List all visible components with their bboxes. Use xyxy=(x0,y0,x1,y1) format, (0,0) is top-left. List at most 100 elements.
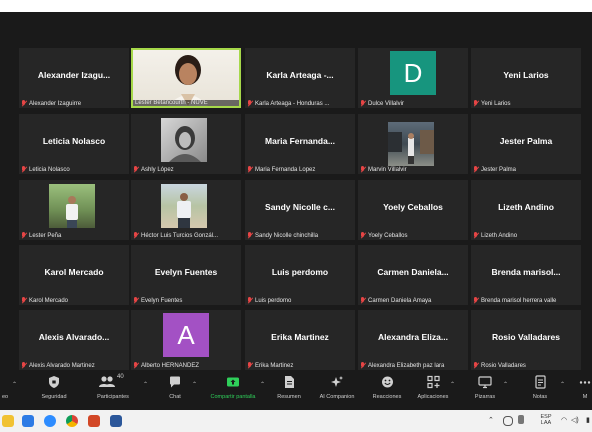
windows-taskbar: ⌃ ESP LAA ◠ ◁) ▮ xyxy=(0,410,592,432)
participant-name-text: Rosio Valladares xyxy=(481,362,526,369)
microphone-muted-icon xyxy=(473,362,479,369)
wifi-icon[interactable]: ◠ xyxy=(561,416,567,424)
participant-name-text: Sandy Nicolle chinchilla xyxy=(255,232,319,239)
participant-tile[interactable]: Sandy Nicolle c... Sandy Nicolle chinchil… xyxy=(245,180,355,240)
language-indicator[interactable]: ESP LAA xyxy=(537,414,555,426)
chat-options-chevron-icon[interactable]: ⌃ xyxy=(192,381,197,388)
chrome-icon[interactable] xyxy=(66,415,78,427)
toolbar-reactions[interactable]: Reacciones xyxy=(367,374,407,408)
powerpoint-icon[interactable] xyxy=(88,415,100,427)
whiteboard-options-chevron-icon[interactable]: ⌃ xyxy=(503,381,508,388)
microphone-muted-icon xyxy=(133,297,139,304)
toolbar-ai-companion[interactable]: AI Companion xyxy=(313,374,361,408)
microphone-muted-icon xyxy=(247,100,253,107)
toolbar-security[interactable]: Seguridad xyxy=(34,374,74,408)
participant-tile[interactable]: Brenda marisol... Brenda marisol herrera … xyxy=(471,245,581,305)
participant-name-label: Héctor Luis Turcios Gonzál... xyxy=(133,232,239,239)
toolbar-apps[interactable]: Aplicaciones xyxy=(410,374,456,408)
participant-name-label: Karol Mercado xyxy=(21,297,127,304)
app-icon[interactable] xyxy=(22,415,34,427)
microphone-muted-icon xyxy=(21,232,27,239)
participant-tile[interactable]: Karol Mercado Karol Mercado xyxy=(19,245,129,305)
participant-name-label: Brenda marisol herrera valle xyxy=(473,297,579,304)
video-options-chevron-icon[interactable]: ⌃ xyxy=(12,381,17,388)
participant-tile[interactable]: Lester Betancourth - NUVE xyxy=(131,48,241,108)
toolbar-whiteboards[interactable]: Pizarras xyxy=(470,374,500,408)
participant-name-text: Alexis Alvarado Martinez xyxy=(29,362,95,369)
participant-tile[interactable]: Maria Fernanda... Maria Fernanda Lopez xyxy=(245,114,355,174)
apps-options-chevron-icon[interactable]: ⌃ xyxy=(450,381,455,388)
participant-display-name: Carmen Daniela... xyxy=(377,267,449,277)
participant-name-text: Leticia Nolasco xyxy=(29,166,70,173)
participant-tile[interactable]: Alexis Alvarado... Alexis Alvarado Martin… xyxy=(19,310,129,370)
participant-tile[interactable]: Héctor Luis Turcios Gonzál... xyxy=(131,180,241,240)
participant-name-label: Ashly López xyxy=(133,166,239,173)
toolbar-share-screen[interactable]: Compartir pantalla xyxy=(204,374,262,408)
toolbar-participants[interactable]: 40 Participantes xyxy=(89,374,137,408)
participants-options-chevron-icon[interactable]: ⌃ xyxy=(143,381,148,388)
notes-options-chevron-icon[interactable]: ⌃ xyxy=(560,381,565,388)
participant-tile[interactable]: Ashly López xyxy=(131,114,241,174)
participant-tile[interactable]: Rosio Valladares Rosio Valladares xyxy=(471,310,581,370)
participant-display-name: Maria Fernanda... xyxy=(265,136,335,146)
tray-chevron-icon[interactable]: ⌃ xyxy=(488,416,494,424)
microphone-muted-icon xyxy=(473,297,479,304)
participant-name-text: Brenda marisol herrera valle xyxy=(481,297,557,304)
participant-tile[interactable]: Lester Peña xyxy=(19,180,129,240)
participant-display-name: Brenda marisol... xyxy=(491,267,561,277)
microphone-muted-icon xyxy=(360,100,366,107)
participant-avatar: A xyxy=(163,313,209,357)
onedrive-icon[interactable] xyxy=(503,416,513,426)
toolbar-notes[interactable]: Notas xyxy=(525,374,555,408)
participant-tile[interactable]: Carmen Daniela... Carmen Daniela Amaya xyxy=(358,245,468,305)
participant-tile[interactable]: Alexandra Eliza... Alexandra Elizabeth pa… xyxy=(358,310,468,370)
participant-name-label: Rosio Valladares xyxy=(473,362,579,369)
participant-name-text: Yoely Ceballos xyxy=(368,232,408,239)
participant-display-name: Erika Martinez xyxy=(271,332,329,342)
participant-tile[interactable]: Luis perdomo Luis perdomo xyxy=(245,245,355,305)
microphone-muted-icon xyxy=(360,362,366,369)
participant-tile[interactable]: Yoely Ceballos Yoely Ceballos xyxy=(358,180,468,240)
word-icon[interactable] xyxy=(110,415,122,427)
participant-tile[interactable]: Alexander Izagu... Alexander Izaguirre xyxy=(19,48,129,108)
toolbar-summary[interactable]: Resumen xyxy=(272,374,306,408)
participant-name-text: Lizeth Andino xyxy=(481,232,518,239)
participant-tile[interactable]: A Alberto HERNANDEZ xyxy=(131,310,241,370)
participant-tile[interactable]: D Dulce Villalvir xyxy=(358,48,468,108)
participant-display-name: Luis perdomo xyxy=(271,267,329,277)
participant-name-text: Lester Betancourth - NUVE xyxy=(135,100,208,106)
share-options-chevron-icon[interactable]: ⌃ xyxy=(260,381,265,388)
microphone-muted-icon xyxy=(133,166,139,173)
participant-avatar: D xyxy=(390,51,436,95)
participant-tile[interactable]: Jester Palma Jester Palma xyxy=(471,114,581,174)
microphone-muted-icon xyxy=(473,166,479,173)
participant-name-text: Alexandra Elizabeth paz lara xyxy=(368,362,445,369)
zoom-app-icon[interactable] xyxy=(44,415,56,427)
volume-icon[interactable]: ◁) xyxy=(571,416,579,424)
participant-count: 40 xyxy=(117,374,124,380)
participant-name-label: Evelyn Fuentes xyxy=(133,297,239,304)
participant-display-name: Karla Arteaga -... xyxy=(266,70,334,80)
participant-tile[interactable]: Evelyn Fuentes Evelyn Fuentes xyxy=(131,245,241,305)
participant-name-text: Héctor Luis Turcios Gonzál... xyxy=(141,232,219,239)
usb-icon[interactable] xyxy=(518,415,524,424)
participant-tile[interactable]: Marvin Villalvir xyxy=(358,114,468,174)
participant-tile[interactable]: Karla Arteaga -... Karla Arteaga - Hondur… xyxy=(245,48,355,108)
participant-photo xyxy=(161,184,207,228)
participant-tile[interactable]: Leticia Nolasco Leticia Nolasco xyxy=(19,114,129,174)
smiley-icon xyxy=(381,376,393,388)
document-icon xyxy=(284,376,294,388)
file-explorer-icon[interactable] xyxy=(2,415,14,427)
microphone-muted-icon xyxy=(247,166,253,173)
participant-tile[interactable]: Yeni Larios Yeni Larios xyxy=(471,48,581,108)
toolbar-chat[interactable]: Chat xyxy=(160,374,190,408)
participant-tile[interactable]: Lizeth Andino Lizeth Andino xyxy=(471,180,581,240)
participant-tile[interactable]: Erika Martinez Erika Martinez xyxy=(245,310,355,370)
participant-name-label: Lizeth Andino xyxy=(473,232,579,239)
participant-name-label: Alexander Izaguirre xyxy=(21,100,127,107)
participant-display-name: Alexis Alvarado... xyxy=(38,332,110,342)
participant-photo xyxy=(49,184,95,228)
toolbar-video[interactable]: eo xyxy=(0,374,12,408)
battery-icon[interactable]: ▮ xyxy=(586,416,590,424)
toolbar-more[interactable]: M xyxy=(578,374,592,408)
